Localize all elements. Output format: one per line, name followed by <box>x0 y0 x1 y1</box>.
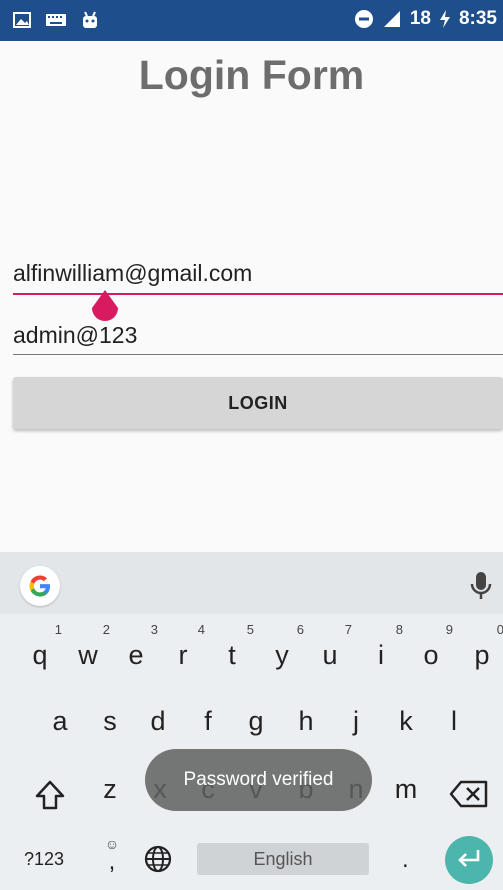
signal-icon <box>382 9 402 29</box>
key-m[interactable]: m <box>386 774 426 805</box>
status-time: 8:35 <box>458 8 497 29</box>
enter-key[interactable] <box>445 836 493 884</box>
status-signal-label: 18 <box>409 8 431 29</box>
email-field[interactable]: alfinwilliam@gmail.com <box>13 260 503 295</box>
key-p[interactable]: p0 <box>462 622 503 671</box>
status-bar: 18 8:35 <box>0 0 503 41</box>
key-hint-9: 9 <box>445 622 453 637</box>
dnd-icon <box>354 9 374 29</box>
page-title: Login Form <box>138 52 365 98</box>
key-l[interactable]: l <box>434 706 474 737</box>
period-key[interactable]: . <box>402 846 409 874</box>
key-r[interactable]: r4 <box>163 622 206 671</box>
android-icon <box>80 10 100 30</box>
comma-label: , <box>108 848 116 875</box>
key-d[interactable]: d <box>138 706 178 737</box>
key-hint-2: 2 <box>102 622 110 637</box>
image-icon <box>12 10 32 30</box>
key-z[interactable]: z <box>90 774 130 805</box>
key-u[interactable]: u7 <box>310 622 352 671</box>
toast-message: Password verified <box>145 749 372 811</box>
key-a[interactable]: a <box>40 706 80 737</box>
enter-arrow-icon <box>456 848 482 873</box>
key-k[interactable]: k <box>386 706 426 737</box>
symbols-key[interactable]: ?123 <box>24 849 64 870</box>
key-i[interactable]: i8 <box>361 622 403 671</box>
key-h[interactable]: h <box>286 706 326 737</box>
key-hint-4: 4 <box>197 622 205 637</box>
key-w[interactable]: w2 <box>68 622 110 671</box>
battery-charging-icon <box>439 9 451 29</box>
key-hint-6: 6 <box>296 622 304 637</box>
key-t[interactable]: t5 <box>212 622 254 671</box>
key-q[interactable]: q1 <box>20 622 62 671</box>
key-hint-3: 3 <box>150 622 158 637</box>
key-hint-1: 1 <box>54 622 62 637</box>
key-g[interactable]: g <box>236 706 276 737</box>
microphone-icon[interactable] <box>466 568 496 602</box>
globe-icon[interactable] <box>143 844 173 874</box>
soft-keyboard: ?123 ☺ , English . q1w2e3r4t5y6u7i8o9p0 a… <box>0 552 503 890</box>
keyboard-suggestion-bar <box>0 552 503 614</box>
key-f[interactable]: f <box>188 706 228 737</box>
key-y[interactable]: y6 <box>262 622 304 671</box>
keyboard-icon <box>46 10 66 30</box>
backspace-key-icon[interactable] <box>449 779 489 809</box>
key-o[interactable]: o9 <box>411 622 453 671</box>
key-s[interactable]: s <box>90 706 130 737</box>
key-j[interactable]: j <box>336 706 376 737</box>
google-g-icon[interactable] <box>20 566 60 606</box>
key-hint-0: 0 <box>496 622 503 637</box>
emoji-comma-key[interactable]: ☺ , <box>100 836 124 880</box>
password-field[interactable]: admin@123 <box>13 322 503 355</box>
text-cursor-handle[interactable] <box>90 290 120 324</box>
key-hint-5: 5 <box>246 622 254 637</box>
key-hint-7: 7 <box>344 622 352 637</box>
key-hint-8: 8 <box>395 622 403 637</box>
login-button[interactable]: LOGIN <box>13 377 503 429</box>
shift-key-icon[interactable] <box>32 777 68 813</box>
space-key[interactable]: English <box>197 843 369 875</box>
key-e[interactable]: e3 <box>116 622 158 671</box>
